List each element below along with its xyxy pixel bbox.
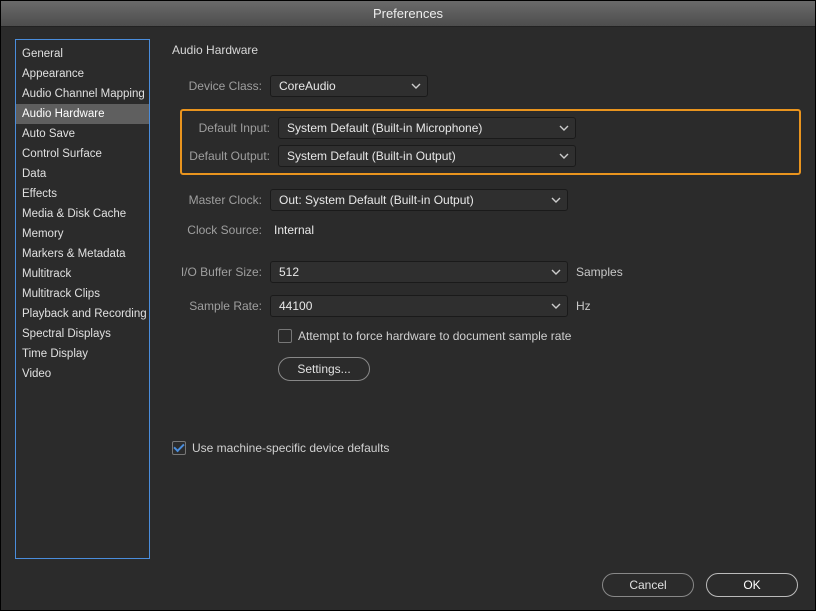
io-buffer-row: I/O Buffer Size: 512 Samples — [180, 261, 801, 283]
sidebar-item[interactable]: Markers & Metadata — [16, 244, 149, 264]
panel-title: Audio Hardware — [172, 43, 801, 57]
chevron-down-icon — [411, 83, 421, 89]
sample-rate-unit: Hz — [576, 299, 591, 313]
io-buffer-value: 512 — [279, 265, 299, 279]
sidebar-item[interactable]: Spectral Displays — [16, 324, 149, 344]
ok-button[interactable]: OK — [706, 573, 798, 597]
cancel-button[interactable]: Cancel — [602, 573, 694, 597]
force-hw-checkbox[interactable] — [278, 329, 292, 343]
sample-rate-select[interactable]: 44100 — [270, 295, 568, 317]
machine-specific-row: Use machine-specific device defaults — [172, 441, 801, 455]
sidebar-item[interactable]: Effects — [16, 184, 149, 204]
io-buffer-select[interactable]: 512 — [270, 261, 568, 283]
sample-rate-label: Sample Rate: — [180, 299, 270, 313]
default-output-select[interactable]: System Default (Built-in Output) — [278, 145, 576, 167]
window-title: Preferences — [373, 6, 443, 21]
sidebar: GeneralAppearanceAudio Channel MappingAu… — [15, 39, 150, 559]
main-panel: Audio Hardware Device Class: CoreAudio D… — [150, 39, 801, 559]
chevron-down-icon — [551, 269, 561, 275]
machine-specific-label: Use machine-specific device defaults — [192, 441, 389, 455]
sidebar-item[interactable]: Audio Hardware — [16, 104, 149, 124]
clock-source-row: Clock Source: Internal — [180, 223, 801, 237]
chevron-down-icon — [559, 125, 569, 131]
footer: Cancel OK — [602, 573, 798, 597]
sidebar-item[interactable]: Auto Save — [16, 124, 149, 144]
io-buffer-unit: Samples — [576, 265, 623, 279]
master-clock-label: Master Clock: — [180, 193, 270, 207]
settings-button-label: Settings... — [297, 362, 350, 376]
sidebar-item[interactable]: Time Display — [16, 344, 149, 364]
sidebar-item[interactable]: Control Surface — [16, 144, 149, 164]
settings-row: Settings... — [278, 357, 801, 381]
chevron-down-icon — [551, 197, 561, 203]
force-hw-row: Attempt to force hardware to document sa… — [278, 329, 801, 343]
master-clock-row: Master Clock: Out: System Default (Built… — [180, 189, 801, 211]
sidebar-item[interactable]: Audio Channel Mapping — [16, 84, 149, 104]
sidebar-item[interactable]: Multitrack Clips — [16, 284, 149, 304]
ok-button-label: OK — [743, 578, 760, 592]
content-area: GeneralAppearanceAudio Channel MappingAu… — [1, 27, 815, 559]
default-output-row: Default Output: System Default (Built-in… — [188, 145, 793, 167]
default-input-value: System Default (Built-in Microphone) — [287, 121, 482, 135]
default-input-row: Default Input: System Default (Built-in … — [188, 117, 793, 139]
default-input-label: Default Input: — [188, 121, 278, 135]
chevron-down-icon — [551, 303, 561, 309]
clock-source-value: Internal — [270, 223, 314, 237]
device-class-row: Device Class: CoreAudio — [180, 75, 801, 97]
sidebar-item[interactable]: Multitrack — [16, 264, 149, 284]
default-input-select[interactable]: System Default (Built-in Microphone) — [278, 117, 576, 139]
sidebar-item[interactable]: Memory — [16, 224, 149, 244]
sidebar-item[interactable]: Video — [16, 364, 149, 384]
sidebar-item[interactable]: Media & Disk Cache — [16, 204, 149, 224]
device-class-value: CoreAudio — [279, 79, 336, 93]
force-hw-label: Attempt to force hardware to document sa… — [298, 329, 571, 343]
cancel-button-label: Cancel — [629, 578, 666, 592]
highlighted-io-box: Default Input: System Default (Built-in … — [180, 109, 801, 175]
machine-specific-checkbox[interactable] — [172, 441, 186, 455]
sample-rate-row: Sample Rate: 44100 Hz — [180, 295, 801, 317]
master-clock-select[interactable]: Out: System Default (Built-in Output) — [270, 189, 568, 211]
default-output-value: System Default (Built-in Output) — [287, 149, 456, 163]
sample-rate-value: 44100 — [279, 299, 312, 313]
device-class-label: Device Class: — [180, 79, 270, 93]
form-area: Device Class: CoreAudio Default Input: S… — [172, 75, 801, 455]
settings-button[interactable]: Settings... — [278, 357, 370, 381]
titlebar: Preferences — [1, 1, 815, 27]
io-buffer-label: I/O Buffer Size: — [180, 265, 270, 279]
chevron-down-icon — [559, 153, 569, 159]
sidebar-item[interactable]: Appearance — [16, 64, 149, 84]
sidebar-item[interactable]: General — [16, 44, 149, 64]
clock-source-label: Clock Source: — [180, 223, 270, 237]
sidebar-item[interactable]: Playback and Recording — [16, 304, 149, 324]
sidebar-item[interactable]: Data — [16, 164, 149, 184]
default-output-label: Default Output: — [188, 149, 278, 163]
device-class-select[interactable]: CoreAudio — [270, 75, 428, 97]
master-clock-value: Out: System Default (Built-in Output) — [279, 193, 474, 207]
